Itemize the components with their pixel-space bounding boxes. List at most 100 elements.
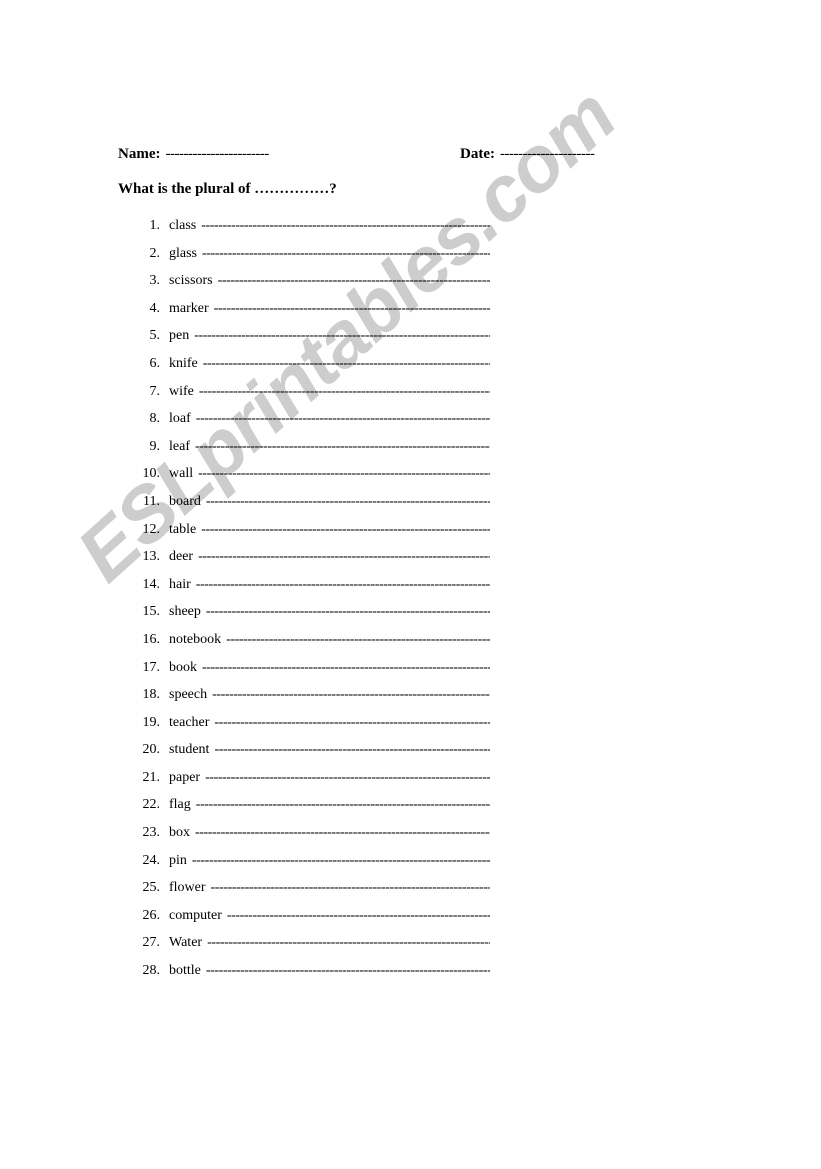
list-item-number: 3. — [149, 273, 161, 289]
word-list: 1. class ---------------------------------… — [130, 218, 491, 991]
list-item-word: board — [169, 493, 201, 509]
list-item[interactable]: 8. loaf ----------------------------------… — [130, 411, 491, 439]
list-item-answer-rule[interactable]: ----------------------------------------… — [198, 549, 490, 565]
list-item-answer-rule[interactable]: ----------------------------------------… — [196, 411, 490, 427]
worksheet-page: ESLprintables.com Name: ----------------… — [0, 0, 821, 1169]
list-item-number: 9. — [149, 438, 161, 454]
list-item-word: paper — [169, 769, 201, 785]
list-item-number: 21. — [142, 769, 161, 785]
list-item-word: Water — [169, 935, 203, 951]
list-item-word: class — [169, 218, 197, 233]
list-item-number: 7. — [149, 383, 161, 399]
list-item-word: computer — [169, 907, 222, 923]
list-item[interactable]: 11. board --------------------------------… — [130, 494, 490, 522]
list-item-number: 2. — [149, 245, 161, 261]
list-item[interactable]: 16. notebook -----------------------------… — [130, 631, 491, 660]
list-item[interactable]: 9. leaf ----------------------------------… — [130, 438, 491, 467]
list-item-word: sheep — [169, 604, 201, 620]
list-item-answer-rule[interactable]: ----------------------------------------… — [202, 246, 490, 262]
list-item-answer-rule[interactable]: ----------------------------------------… — [211, 880, 490, 896]
list-item-answer-rule[interactable]: ----------------------------------------… — [214, 742, 490, 758]
list-item-answer-rule[interactable]: ----------------------------------------… — [195, 439, 490, 455]
list-item-number: 5. — [149, 328, 161, 344]
list-item-number: 16. — [142, 631, 161, 647]
list-item-word: pen — [169, 328, 190, 344]
list-item[interactable]: 19. teacher ------------------------------… — [130, 714, 491, 743]
list-item-word: hair — [169, 576, 191, 592]
list-item[interactable]: 4. marker --------------------------------… — [130, 300, 491, 329]
list-item-answer-rule[interactable]: ----------------------------------------… — [218, 273, 490, 289]
list-item[interactable]: 17. book ---------------------------------… — [130, 660, 491, 688]
list-item-word: scissors — [169, 273, 213, 289]
list-item-word: deer — [169, 549, 194, 565]
list-item-word: marker — [169, 300, 209, 316]
list-item[interactable]: 2. glass ---------------------------------… — [130, 245, 491, 274]
list-item[interactable]: 18. speech -------------------------------… — [130, 687, 491, 715]
list-item[interactable]: 26. computer -----------------------------… — [130, 907, 491, 936]
name-blank-rule: ----------------------- — [165, 146, 269, 162]
list-item[interactable]: 5. pen -----------------------------------… — [130, 328, 491, 356]
list-item[interactable]: 6. knife ---------------------------------… — [130, 356, 491, 384]
list-item[interactable]: 10. wall ---------------------------------… — [130, 466, 491, 494]
list-item[interactable]: 1. class ---------------------------------… — [130, 218, 491, 246]
date-blank-rule: --------------------- — [499, 146, 595, 162]
list-item-answer-rule[interactable]: ----------------------------------------… — [201, 522, 490, 538]
list-item-answer-rule[interactable]: ----------------------------------------… — [214, 715, 490, 731]
list-item-word: leaf — [169, 438, 190, 454]
list-item[interactable]: 3. scissors ------------------------------… — [130, 273, 491, 301]
list-item[interactable]: 27. Water --------------------------------… — [130, 935, 491, 963]
list-item-answer-rule[interactable]: ----------------------------------------… — [202, 660, 490, 676]
list-item-answer-rule[interactable]: ----------------------------------------… — [206, 604, 490, 620]
name-field[interactable]: Name: ----------------------- — [118, 146, 269, 163]
list-item[interactable]: 24. pin ----------------------------------… — [130, 852, 491, 881]
list-item-answer-rule[interactable]: ----------------------------------------… — [205, 770, 490, 786]
list-item[interactable]: 13. deer ---------------------------------… — [130, 549, 491, 577]
list-item-answer-rule[interactable]: ----------------------------------------… — [207, 935, 490, 951]
list-item[interactable]: 12. table --------------------------------… — [130, 521, 491, 550]
list-item-word: glass — [169, 245, 197, 261]
list-item-number: 18. — [142, 687, 161, 703]
list-item-answer-rule[interactable]: ----------------------------------------… — [226, 632, 490, 648]
list-item-word: flower — [169, 880, 206, 896]
list-item-answer-rule[interactable]: ----------------------------------------… — [192, 853, 490, 869]
list-item[interactable]: 22. flag ---------------------------------… — [130, 797, 491, 825]
list-item-number: 8. — [149, 411, 161, 427]
list-item[interactable]: 14. hair ---------------------------------… — [130, 576, 491, 605]
list-item-number: 4. — [149, 300, 161, 316]
list-item-number: 10. — [142, 466, 161, 482]
list-item[interactable]: 7. wife ----------------------------------… — [130, 383, 491, 412]
list-item-answer-rule[interactable]: ----------------------------------------… — [196, 577, 490, 593]
list-item-number: 1. — [149, 218, 161, 233]
list-item[interactable]: 21. paper --------------------------------… — [130, 769, 491, 798]
list-item-number: 11. — [143, 493, 160, 509]
list-item-word: teacher — [169, 714, 210, 730]
list-item-number: 25. — [142, 880, 161, 896]
list-item-word: speech — [169, 687, 208, 703]
list-item-answer-rule[interactable]: ----------------------------------------… — [196, 797, 490, 813]
list-item-word: table — [169, 521, 197, 537]
list-item-answer-rule[interactable]: ----------------------------------------… — [203, 356, 490, 372]
list-item[interactable]: 25. flower -------------------------------… — [130, 880, 491, 908]
list-item-answer-rule[interactable]: ----------------------------------------… — [194, 328, 490, 344]
list-item[interactable]: 20. student ------------------------------… — [130, 742, 491, 770]
list-item-answer-rule[interactable]: ----------------------------------------… — [199, 384, 490, 400]
date-field[interactable]: Date: --------------------- — [460, 146, 595, 163]
list-item-number: 20. — [142, 742, 161, 758]
list-item-answer-rule[interactable]: ----------------------------------------… — [206, 494, 490, 510]
list-item-word: bottle — [169, 963, 201, 979]
list-item[interactable]: 28. bottle -------------------------------… — [130, 963, 491, 991]
list-item-answer-rule[interactable]: ----------------------------------------… — [212, 687, 490, 703]
list-item-number: 13. — [142, 549, 161, 565]
list-item-answer-rule[interactable]: ----------------------------------------… — [201, 218, 490, 234]
list-item[interactable]: 15. sheep --------------------------------… — [130, 604, 491, 632]
list-item[interactable]: 23. box ----------------------------------… — [130, 825, 491, 853]
list-item-number: 12. — [142, 521, 161, 537]
list-item-number: 24. — [142, 852, 161, 868]
list-item-answer-rule[interactable]: ----------------------------------------… — [227, 908, 490, 924]
list-item-answer-rule[interactable]: ----------------------------------------… — [198, 466, 490, 482]
list-item-number: 22. — [142, 797, 161, 813]
list-item-word: wall — [169, 466, 194, 482]
list-item-answer-rule[interactable]: ----------------------------------------… — [206, 963, 490, 979]
list-item-answer-rule[interactable]: ----------------------------------------… — [214, 301, 490, 317]
list-item-answer-rule[interactable]: ----------------------------------------… — [195, 825, 490, 841]
